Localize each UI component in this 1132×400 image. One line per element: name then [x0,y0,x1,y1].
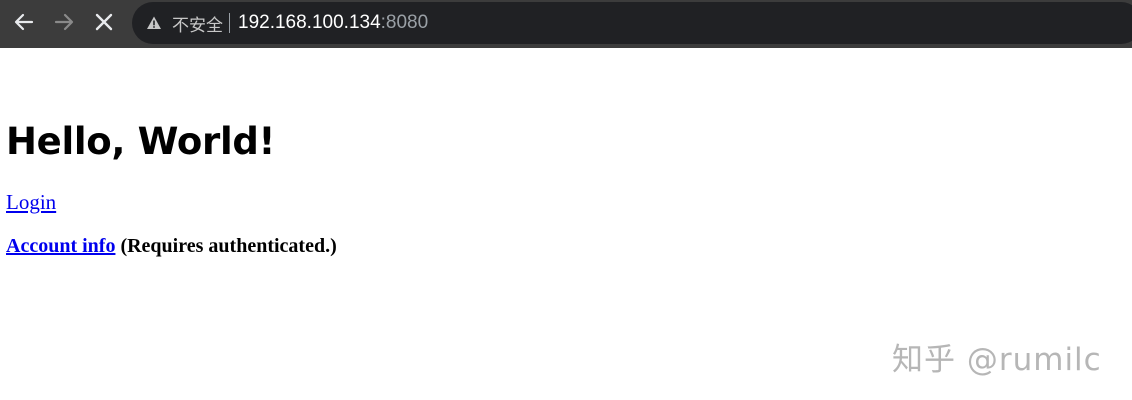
stop-loading-button[interactable] [88,6,120,38]
url-host: 192.168.100.134 [238,12,381,33]
address-bar[interactable]: 不安全 192.168.100.134 :8080 [132,2,1132,44]
browser-toolbar: 不安全 192.168.100.134 :8080 [0,0,1132,48]
forward-button[interactable] [48,6,80,38]
address-separator [229,13,230,33]
account-info-link[interactable]: Account info [6,235,115,257]
account-info-note: (Requires authenticated.) [120,235,337,257]
arrow-right-icon [54,13,74,31]
login-link[interactable]: Login [6,190,56,215]
security-status-label[interactable]: 不安全 [172,11,223,36]
page-content: Hello, World! Login Account info (Requir… [6,116,337,258]
arrow-left-icon [14,13,34,31]
page-title: Hello, World! [6,120,276,163]
warning-triangle-icon[interactable] [146,15,162,31]
url-port: :8080 [380,12,429,33]
close-icon [95,13,113,31]
account-info-line: Account info (Requires authenticated.) [6,235,337,258]
watermark: 知乎 @rumilc [892,342,1102,378]
back-button[interactable] [8,6,40,38]
